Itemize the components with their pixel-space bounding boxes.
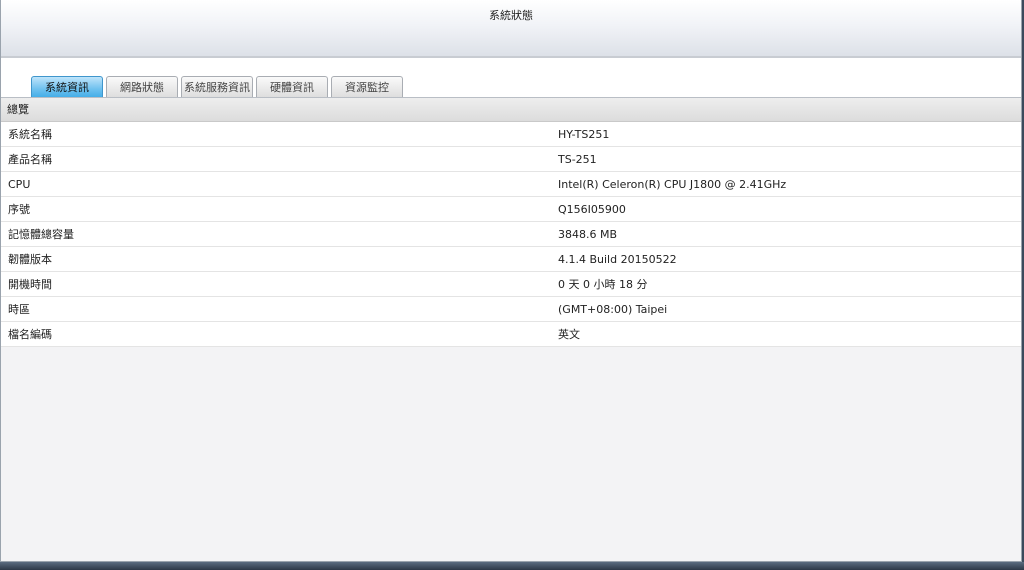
section-header-overview: 總覽 (1, 98, 1021, 122)
row-value: 英文 (558, 328, 580, 341)
tab-strip: 系統資訊 網路狀態 系統服務資訊 硬體資訊 資源監控 (1, 58, 1021, 98)
table-row: 韌體版本 4.1.4 Build 20150522 (1, 247, 1021, 272)
tab-hardware-info[interactable]: 硬體資訊 (256, 76, 328, 97)
table-row: 系統名稱 HY-TS251 (1, 122, 1021, 147)
row-label: 產品名稱 (8, 153, 52, 166)
row-value: TS-251 (558, 153, 597, 166)
window-title: 系統狀態 (489, 9, 533, 22)
title-bar: 系統狀態 (1, 0, 1021, 58)
table-row: 序號 Q156I05900 (1, 197, 1021, 222)
row-value: Intel(R) Celeron(R) CPU J1800 @ 2.41GHz (558, 178, 787, 191)
system-status-window: 系統狀態 系統資訊 網路狀態 系統服務資訊 硬體資訊 資源監控 總覽 系統名稱 … (0, 0, 1022, 562)
table-row: 產品名稱 TS-251 (1, 147, 1021, 172)
table-row: CPU Intel(R) Celeron(R) CPU J1800 @ 2.41… (1, 172, 1021, 197)
row-label: 記憶體總容量 (8, 228, 74, 241)
row-value: 0 天 0 小時 18 分 (558, 278, 648, 291)
row-label: 開機時間 (8, 278, 52, 291)
row-value: 3848.6 MB (558, 228, 618, 241)
table-row: 時區 (GMT+08:00) Taipei (1, 297, 1021, 322)
row-label: 韌體版本 (8, 253, 52, 266)
tab-network-status[interactable]: 網路狀態 (106, 76, 178, 97)
info-table: 系統名稱 HY-TS251 產品名稱 TS-251 CPU Intel(R) C… (1, 122, 1021, 347)
tab-resource-monitor[interactable]: 資源監控 (331, 76, 403, 97)
row-value: Q156I05900 (558, 203, 626, 216)
table-row: 開機時間 0 天 0 小時 18 分 (1, 272, 1021, 297)
tab-system-service-info[interactable]: 系統服務資訊 (181, 76, 253, 97)
row-label: 系統名稱 (8, 128, 52, 141)
row-label: 時區 (8, 303, 30, 316)
row-value: HY-TS251 (558, 128, 610, 141)
desktop-background-strip (0, 562, 1024, 570)
row-label: CPU (8, 178, 31, 191)
tab-system-info[interactable]: 系統資訊 (31, 76, 103, 97)
tab-list: 系統資訊 網路狀態 系統服務資訊 硬體資訊 資源監控 (31, 76, 403, 97)
row-value: (GMT+08:00) Taipei (558, 303, 668, 316)
row-value: 4.1.4 Build 20150522 (558, 253, 677, 266)
table-row: 記憶體總容量 3848.6 MB (1, 222, 1021, 247)
row-label: 序號 (8, 203, 30, 216)
row-label: 檔名編碼 (8, 328, 52, 341)
table-row: 檔名編碼 英文 (1, 322, 1021, 347)
